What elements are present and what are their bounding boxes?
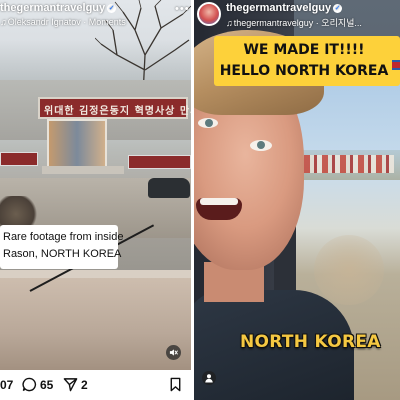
billboard-text: 위대한 김정은동지 혁명사상 만세! <box>44 106 191 117</box>
right-subtitle: thegermantravelguy · 오리지널... <box>233 18 362 28</box>
verified-badge-icon: ✓ <box>107 4 117 13</box>
comment-icon[interactable] <box>22 377 37 392</box>
left-username[interactable]: thegermantravelguy ✓ <box>0 2 117 14</box>
left-username-text: thegermantravelguy <box>0 2 106 14</box>
person-eye <box>198 118 218 128</box>
right-username-text: thegermantravelguy <box>226 2 332 14</box>
headline-banner: WE MADE IT!!!! HELLO NORTH KOREA <box>214 36 400 86</box>
likes-count: 07 <box>0 378 14 392</box>
car <box>148 178 190 198</box>
north-korea-overlay-text: NORTH KOREA <box>240 332 381 352</box>
share-icon[interactable] <box>63 377 78 392</box>
right-post[interactable]: thegermantravelguy ✓ ♫thegermantravelguy … <box>194 0 400 400</box>
caption-line-2: Rason, NORTH KOREA <box>3 248 122 260</box>
left-subtitle: Oleksandr Ignatov · Moments <box>7 17 126 27</box>
mural-base <box>42 166 124 174</box>
banner-line-2: HELLO NORTH KOREA <box>219 63 389 79</box>
person-mouth <box>196 198 242 220</box>
left-audio-credit[interactable]: ♫Oleksandr Ignatov · Moments <box>0 17 126 27</box>
wall <box>0 278 191 370</box>
mute-icon[interactable] <box>166 345 181 360</box>
music-note-icon: ♫ <box>226 18 233 28</box>
avatar[interactable] <box>197 2 221 26</box>
roadside-sign <box>128 155 191 169</box>
north-korea-flag-icon <box>392 60 400 70</box>
roadside-sign <box>0 152 38 166</box>
shares-count: 2 <box>81 378 88 392</box>
music-note-icon: ♫ <box>0 17 7 27</box>
left-post-header: thegermantravelguy ✓ ♫Oleksandr Ignatov ·… <box>0 0 191 34</box>
right-audio-credit[interactable]: ♫thegermantravelguy · 오리지널... <box>226 16 362 29</box>
right-username[interactable]: thegermantravelguy ✓ <box>226 2 343 14</box>
caption-box: Rare footage from inside Rason, NORTH KO… <box>0 225 124 269</box>
left-post-photo[interactable]: 위대한 김정은동지 혁명사상 만세! thegermantravelguy ✓ ♫… <box>0 0 191 370</box>
right-post-header: thegermantravelguy ✓ ♫thegermantravelguy … <box>194 0 400 32</box>
banner-line-1: WE MADE IT!!!! <box>243 42 365 58</box>
mural <box>47 119 107 169</box>
person-eye <box>250 140 272 151</box>
comments-count: 65 <box>40 378 54 392</box>
caption-line-1: Rare footage from inside <box>3 231 124 243</box>
left-action-bar: 07 65 2 <box>0 371 191 400</box>
verified-badge-icon: ✓ <box>333 4 343 13</box>
shrub <box>0 196 40 226</box>
left-post: 위대한 김정은동지 혁명사상 만세! thegermantravelguy ✓ ♫… <box>0 0 191 400</box>
user-tag-icon[interactable] <box>202 371 216 385</box>
dust-cloud <box>314 235 384 305</box>
village <box>304 155 394 173</box>
more-options-icon[interactable]: ••• <box>175 3 190 15</box>
propaganda-billboard: 위대한 김정은동지 혁명사상 만세! <box>38 97 191 119</box>
bookmark-icon[interactable] <box>168 377 183 392</box>
